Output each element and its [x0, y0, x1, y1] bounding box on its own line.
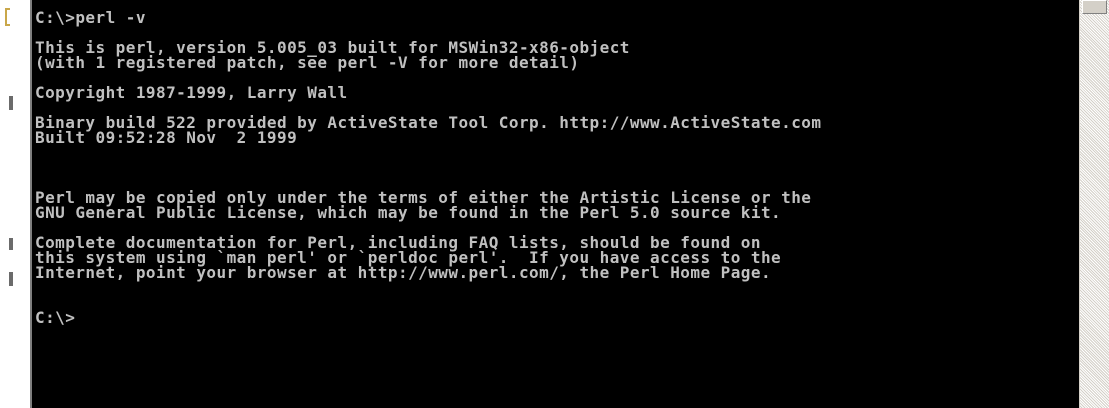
console-output[interactable]: C:\>perl -v This is perl, version 5.005_0… [32, 0, 1079, 326]
vertical-scrollbar[interactable] [1079, 0, 1109, 408]
background-mark [9, 272, 13, 286]
background-mark [9, 96, 13, 110]
background-mark [9, 238, 13, 250]
scrollbar-thumb[interactable] [1082, 0, 1107, 14]
command-prompt[interactable]: C:\> [35, 310, 1079, 326]
console-line: Copyright 1987-1999, Larry Wall [35, 83, 348, 102]
console-line: C:\>perl -v [35, 8, 146, 27]
background-window-edge [0, 0, 30, 408]
screen: C:\>perl -v This is perl, version 5.005_0… [0, 0, 1109, 408]
console-line: (with 1 registered patch, see perl -V fo… [35, 53, 580, 72]
console-line: Internet, point your browser at http://w… [35, 263, 772, 282]
window-corner-fragment [5, 8, 10, 26]
console-line: Built 09:52:28 Nov 2 1999 [35, 128, 298, 147]
console-window[interactable]: C:\>perl -v This is perl, version 5.005_0… [30, 0, 1079, 408]
console-line: GNU General Public License, which may be… [35, 203, 782, 222]
